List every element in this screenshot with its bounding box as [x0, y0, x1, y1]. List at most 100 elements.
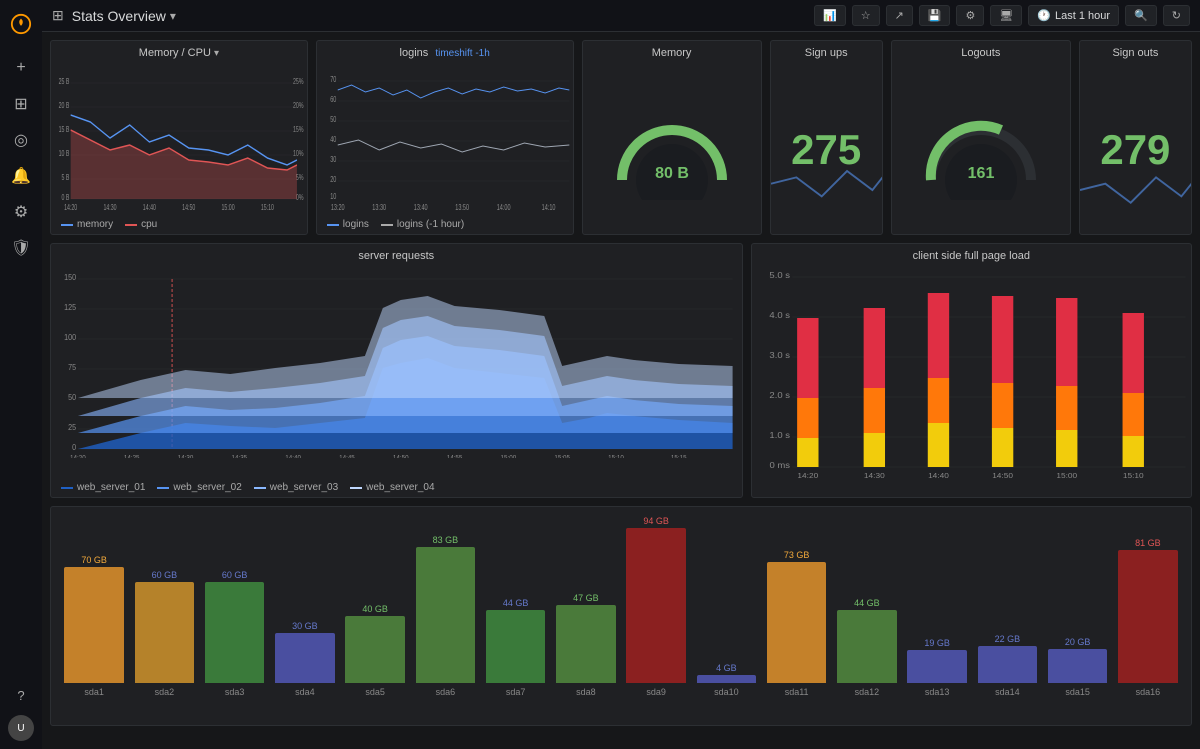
svg-text:0 ms: 0 ms [769, 461, 790, 470]
disk-axis-label: sda11 [785, 687, 809, 697]
disk-bar-value-label: 40 GB [362, 604, 388, 614]
dashboards-icon[interactable]: ⊞ [5, 88, 37, 120]
svg-text:25 B: 25 B [59, 78, 70, 86]
svg-text:14:10: 14:10 [541, 204, 555, 210]
svg-text:14:40: 14:40 [285, 455, 301, 458]
client-page-load-panel: client side full page load 5.0 s 4.0 s 3… [751, 243, 1192, 498]
legend-ws3[interactable]: web_server_03 [254, 482, 338, 493]
configuration-icon[interactable]: ⚙ [5, 196, 37, 228]
explore-icon[interactable]: ◎ [5, 124, 37, 156]
memory-legend-color [61, 224, 73, 226]
svg-text:13:30: 13:30 [372, 204, 386, 210]
disk-bar-group: 44 GBsda12 [832, 598, 902, 697]
svg-text:13:50: 13:50 [455, 204, 469, 210]
disk-bar-value-label: 4 GB [716, 663, 737, 673]
clock-icon: 🕐 [1037, 9, 1051, 22]
tv-mode-btn[interactable]: 🖥 [990, 5, 1022, 26]
disk-bar-group: 60 GBsda2 [129, 570, 199, 697]
disk-bar-value-label: 60 GB [222, 570, 248, 580]
ws3-color [254, 487, 266, 489]
svg-text:15:15: 15:15 [671, 455, 687, 458]
time-range-label: Last 1 hour [1055, 10, 1110, 22]
disk-bar [275, 633, 335, 683]
svg-text:50: 50 [330, 116, 336, 124]
time-range-picker[interactable]: 🕐 Last 1 hour [1028, 5, 1119, 26]
save-btn[interactable]: 💾 [919, 5, 951, 26]
legend-memory[interactable]: memory [61, 219, 113, 230]
grafana-logo[interactable] [5, 8, 37, 40]
memory-gauge-svg: 80 B [607, 100, 737, 200]
disk-axis-label: sda8 [576, 687, 596, 697]
disk-bar-group: 20 GBsda15 [1043, 637, 1113, 697]
ws1-color [61, 487, 73, 489]
legend-ws4[interactable]: web_server_04 [350, 482, 434, 493]
svg-text:13:40: 13:40 [414, 204, 428, 210]
svg-text:125: 125 [64, 303, 76, 312]
disk-bar-group: 94 GBsda9 [621, 516, 691, 697]
disk-axis-label: sda4 [295, 687, 315, 697]
disk-bar [416, 547, 476, 683]
alerting-icon[interactable]: 🔔 [5, 160, 37, 192]
svg-text:150: 150 [64, 273, 76, 282]
topbar: ⊞ Stats Overview ▾ 📊 ☆ ↗ 💾 ⚙ 🖥 🕐 Last 1 … [42, 0, 1200, 32]
svg-text:75: 75 [68, 363, 76, 372]
dashboard-content: Memory / CPU ▾ 25 B 20 B 15 B 10 B 5 B 0… [42, 32, 1200, 749]
svg-text:14:40: 14:40 [928, 472, 949, 478]
svg-text:25%: 25% [293, 78, 303, 86]
memory-cpu-chart: 25 B 20 B 15 B 10 B 5 B 0 B 25% 20% 15% … [51, 70, 307, 210]
sidebar: + ⊞ ◎ 🔔 ⚙ 🛡 ? U [0, 0, 42, 749]
disk-bar-group: 19 GB sda13 [902, 638, 972, 697]
svg-text:25: 25 [68, 423, 76, 432]
disk-bar-value-label: 19 GB [924, 638, 950, 648]
refresh-btn[interactable]: ↻ [1163, 5, 1190, 26]
ws4-color [350, 487, 362, 489]
client-page-load-body: 5.0 s 4.0 s 3.0 s 2.0 s 1.0 s 0 ms [752, 268, 1191, 497]
logins-1h-color [381, 224, 393, 226]
svg-text:14:20: 14:20 [64, 204, 77, 210]
svg-text:10 B: 10 B [59, 150, 70, 158]
add-panel-icon[interactable]: + [5, 52, 37, 84]
logouts-gauge-svg: 161 [916, 100, 1046, 200]
disk-axis-label: sda13 [925, 687, 950, 697]
disk-axis-label: sda14 [995, 687, 1020, 697]
disk-axis-label: sda9 [646, 687, 666, 697]
memory-cpu-title: Memory / CPU ▾ [51, 41, 307, 65]
legend-ws1[interactable]: web_server_01 [61, 482, 145, 493]
sign-ups-body: 275 [771, 65, 882, 234]
logins-color [327, 224, 339, 226]
svg-text:15%: 15% [293, 126, 303, 134]
svg-text:15 B: 15 B [59, 126, 70, 134]
disk-bar [907, 650, 967, 683]
legend-ws2[interactable]: web_server_02 [157, 482, 241, 493]
disk-bar-group: 44 GBsda7 [481, 598, 551, 697]
share-btn[interactable]: ↗ [886, 5, 913, 26]
legend-logins-1h[interactable]: logins (-1 hour) [381, 219, 464, 230]
svg-text:30: 30 [330, 156, 336, 164]
disk-bar [767, 562, 827, 683]
disk-bar-group: 40 GBsda5 [340, 604, 410, 697]
settings-btn[interactable]: ⚙ [956, 5, 984, 26]
user-avatar[interactable]: U [8, 715, 34, 741]
sign-outs-body: 279 [1080, 65, 1191, 234]
legend-cpu[interactable]: cpu [125, 219, 157, 230]
legend-logins[interactable]: logins [327, 219, 369, 230]
svg-text:0: 0 [72, 443, 76, 452]
title-caret[interactable]: ▾ [170, 9, 176, 23]
disk-bar-value-label: 20 GB [1065, 637, 1091, 647]
disk-bar [345, 616, 405, 683]
disk-bar-group: 22 GBsda14 [972, 634, 1042, 697]
disk-panel: 70 GBsda160 GBsda260 GBsda330 GBsda440 G… [50, 506, 1192, 726]
svg-text:10: 10 [330, 193, 336, 201]
svg-text:14:50: 14:50 [992, 472, 1013, 478]
graph-type-btn[interactable]: 📊 [814, 5, 846, 26]
help-icon[interactable]: ? [5, 679, 37, 711]
server-admin-icon[interactable]: 🛡 [5, 232, 37, 264]
memory-gauge-body: 80 B [583, 65, 761, 234]
svg-text:14:35: 14:35 [232, 455, 248, 458]
disk-axis-label: sda12 [855, 687, 880, 697]
star-btn[interactable]: ☆ [852, 5, 880, 26]
svg-text:14:20: 14:20 [70, 455, 86, 458]
memory-cpu-caret[interactable]: ▾ [214, 48, 219, 59]
zoom-out-btn[interactable]: 🔍 [1125, 5, 1157, 26]
svg-text:13:20: 13:20 [331, 204, 345, 210]
